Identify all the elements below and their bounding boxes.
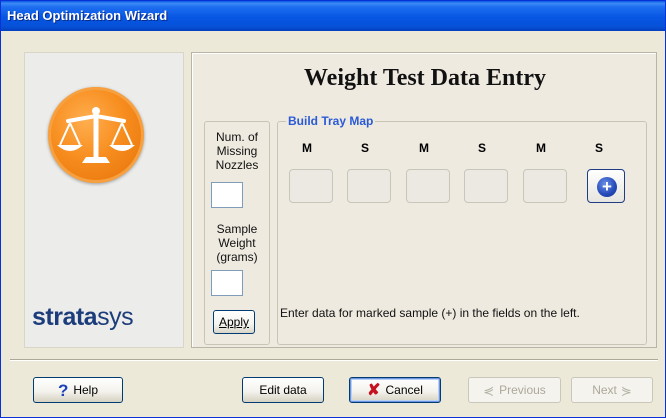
next-button[interactable]: Next ⋟	[571, 377, 653, 403]
column-header: S	[360, 141, 369, 155]
previous-button-label: Previous	[499, 383, 546, 397]
nozzles-label-line3: Nozzles	[215, 158, 259, 172]
tray-slot[interactable]	[464, 169, 508, 203]
instructions-text: Enter data for marked sample (+) in the …	[280, 306, 580, 320]
column-header: M	[302, 141, 312, 155]
main-panel: Weight Test Data Entry Num. of Missing N…	[191, 52, 657, 348]
previous-button[interactable]: ⋞ Previous	[468, 377, 561, 403]
column-header: S	[477, 141, 486, 155]
wizard-window: Head Optimization Wizard stratasys Weigh…	[0, 0, 666, 418]
tray-slot[interactable]	[523, 169, 567, 203]
apply-button[interactable]: Apply	[213, 310, 255, 334]
window-client-area: stratasys Weight Test Data Entry Num. of…	[4, 31, 662, 416]
page-title: Weight Test Data Entry	[303, 65, 546, 91]
weight-label-line1: Sample	[216, 222, 258, 236]
edit-data-button[interactable]: Edit data	[242, 377, 324, 403]
weight-label-line2: Weight	[218, 236, 256, 250]
build-tray-map: Build Tray Map M S M S M S + Enter data …	[277, 114, 647, 345]
title-bar[interactable]: Head Optimization Wizard	[1, 1, 665, 31]
help-button[interactable]: ? Help	[33, 377, 123, 403]
column-header: S	[594, 141, 603, 155]
cancel-button-label: Cancel	[385, 383, 423, 397]
help-icon: ?	[57, 380, 69, 400]
tray-slot[interactable]	[289, 169, 333, 203]
window-title: Head Optimization Wizard	[7, 8, 168, 23]
tray-slot[interactable]	[406, 169, 450, 203]
data-entry-group: Num. of Missing Nozzles Sample Weight (g…	[204, 121, 270, 345]
nozzles-label-line1: Num. of	[215, 130, 258, 144]
column-header: M	[419, 141, 429, 155]
missing-nozzles-input[interactable]	[211, 182, 243, 208]
tray-slot[interactable]	[347, 169, 391, 203]
separator-line	[10, 359, 658, 361]
arrow-right-icon: ⋟	[620, 382, 632, 398]
next-button-label: Next	[592, 383, 617, 397]
sample-weight-input[interactable]	[211, 270, 243, 296]
nozzles-label-line2: Missing	[216, 144, 258, 158]
column-header: M	[536, 141, 546, 155]
close-icon: ✘	[367, 381, 381, 399]
plus-icon: +	[597, 177, 617, 197]
build-tray-map-legend: Build Tray Map	[286, 114, 376, 128]
weight-label-line3: (grams)	[216, 250, 258, 264]
edit-data-button-label: Edit data	[259, 383, 307, 397]
arrow-left-icon: ⋞	[483, 382, 495, 398]
help-button-label: Help	[73, 383, 99, 397]
marked-sample-slot[interactable]: +	[587, 169, 625, 203]
brand-panel: stratasys	[24, 52, 184, 348]
balance-scale-icon	[48, 87, 144, 183]
stratasys-logo-text: stratasys	[32, 303, 134, 331]
cancel-button[interactable]: ✘ Cancel	[349, 377, 441, 403]
